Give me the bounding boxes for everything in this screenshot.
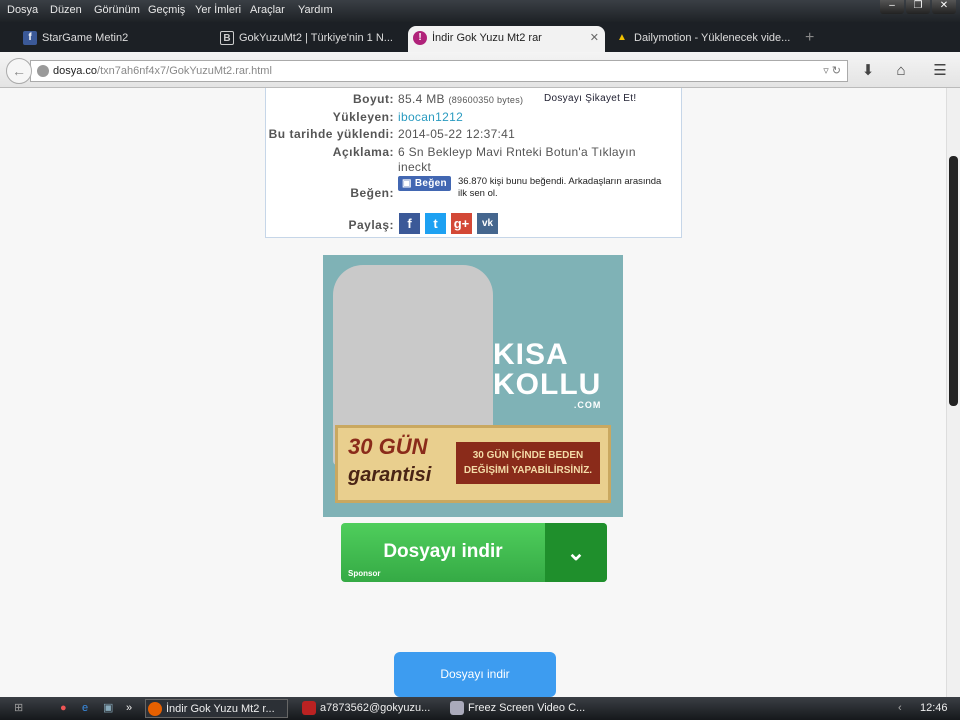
like-button-label: Beğen — [414, 178, 447, 189]
desc-line2: ineckt — [398, 160, 432, 174]
facebook-icon: ▣ — [402, 178, 415, 189]
menu-gorunum[interactable]: Görünüm — [94, 4, 140, 16]
desktop-icon[interactable]: ▣ — [103, 699, 113, 718]
taskbar-item-firefox[interactable]: İndir Gok Yuzu Mt2 r... — [145, 699, 288, 718]
size-bytes: (89600350 bytes) — [448, 95, 524, 105]
tray-expand-icon[interactable]: ‹ — [898, 699, 902, 718]
uploader-label: Yükleyen: — [332, 110, 394, 124]
tab-title: Dailymotion - Yüklenecek vide... — [634, 32, 791, 44]
taskbar-item-freez[interactable]: Freez Screen Video C... — [448, 699, 588, 718]
brand-line1: KISA — [493, 338, 569, 371]
reload-icon[interactable]: ▿ ↻ — [823, 61, 841, 81]
like-label: Beğen: — [350, 186, 394, 200]
back-button[interactable]: ← — [6, 58, 32, 84]
share-googleplus-icon[interactable]: g+ — [451, 213, 472, 234]
download-button[interactable]: Dosyayı indir — [394, 652, 556, 697]
double-chevron-down-icon: ⌄ — [545, 523, 607, 582]
tab-stargame[interactable]: f StarGame Metin2 — [18, 26, 208, 52]
scrollbar[interactable] — [946, 88, 960, 697]
window-controls: – ❐ ✕ — [880, 0, 956, 14]
tab-dailymotion[interactable]: ▲ Dailymotion - Yüklenecek vide... — [610, 26, 800, 52]
b-icon: B — [220, 31, 234, 45]
tab-bar: f StarGame Metin2 B GokYuzuMt2 | Türkiye'n… — [0, 22, 960, 52]
guarantee-text: 30 GÜN İÇİNDE BEDEN DEĞİŞİMİ YAPABİLİRSİN… — [456, 442, 600, 484]
firefox-icon — [148, 702, 162, 716]
close-window-button[interactable]: ✕ — [932, 0, 956, 14]
dailymotion-icon: ▲ — [617, 32, 627, 43]
uploader-link[interactable]: ibocan1212 — [398, 110, 463, 124]
guarantee-subtitle: garantisi — [348, 464, 432, 486]
taskbar-item-filezilla[interactable]: a7873562@gokyuzu... — [300, 699, 440, 718]
taskbar-item-label: İndir Gok Yuzu Mt2 r... — [166, 703, 275, 715]
sponsor-download-label: Dosyayı indir — [383, 541, 503, 562]
facebook-icon: f — [23, 31, 37, 45]
guarantee-banner: 30 GÜN garantisi 30 GÜN İÇİNDE BEDEN DEĞİ… — [335, 425, 611, 503]
menu-gecmis[interactable]: Geçmiş — [148, 4, 185, 16]
file-info-box: Boyut: 85.4 MB (89600350 bytes) Dosyayı … — [265, 88, 682, 238]
globe-icon — [37, 65, 49, 77]
scrollbar-thumb[interactable] — [949, 156, 958, 406]
share-label: Paylaş: — [348, 218, 394, 232]
size: 85.4 MB — [398, 92, 445, 106]
filezilla-icon — [302, 701, 316, 715]
desc-line1: 6 Sn Bekleyp Mavi Rnteki Botun'a Tıklayı… — [398, 145, 636, 159]
minimize-button[interactable]: – — [880, 0, 904, 14]
url-path: /txn7ah6nf4x7/GokYuzuMt2.rar.html — [97, 65, 272, 77]
tab-dosya-active[interactable]: ! İndir Gok Yuzu Mt2 rar ✕ — [408, 26, 605, 52]
new-tab-button[interactable]: + — [805, 26, 831, 52]
taskbar-item-label: a7873562@gokyuzu... — [320, 702, 431, 714]
like-count-text: 36.870 kişi bunu beğendi. Arkadaşların a… — [458, 176, 662, 187]
tab-title: StarGame Metin2 — [42, 32, 129, 44]
home-icon[interactable]: ⌂ — [890, 60, 912, 82]
clock: 12:46 — [920, 702, 948, 714]
date-value: 2014-05-22 12:37:41 — [398, 127, 516, 141]
restore-button[interactable]: ❐ — [906, 0, 930, 14]
menu-araclar[interactable]: Araçlar — [250, 4, 285, 16]
ad-brand: KISA KOLLU .COM — [493, 338, 602, 411]
url-bar[interactable]: dosya.co/txn7ah6nf4x7/GokYuzuMt2.rar.htm… — [30, 60, 848, 82]
guarantee-title: 30 GÜN — [348, 434, 428, 459]
brand-line2: KOLLU — [493, 368, 602, 401]
menu-yardim[interactable]: Yardım — [298, 4, 333, 16]
menu-yer-imleri[interactable]: Yer İmleri — [195, 4, 241, 16]
start-button[interactable]: ⊞ — [14, 699, 23, 718]
sponsor-label: Sponsor — [348, 569, 381, 578]
menu-icon[interactable]: ☰ — [929, 60, 951, 82]
ad-banner[interactable]: KISA KOLLU .COM 30 GÜN garantisi 30 GÜN İÇ… — [323, 255, 623, 517]
dosya-icon: ! — [413, 31, 427, 45]
url-host: dosya.co — [53, 65, 98, 77]
ie-icon[interactable]: e — [82, 699, 88, 718]
video-capture-icon — [450, 701, 464, 715]
overflow-icon[interactable]: » — [126, 699, 132, 718]
menu-duzen[interactable]: Düzen — [50, 4, 82, 16]
taskbar: ⊞ ● e ▣ » İndir Gok Yuzu Mt2 r... a78735… — [0, 697, 960, 720]
fb-like-button[interactable]: ▣ Beğen — [398, 176, 451, 191]
menu-dosya[interactable]: Dosya — [7, 4, 38, 16]
like-cta-text: ilk sen ol. — [458, 188, 498, 199]
menu-bar: Dosya Düzen Görünüm Geçmiş Yer İmleri Ar… — [0, 0, 960, 22]
chrome-icon[interactable]: ● — [60, 699, 67, 718]
tab-gokyuzumt2[interactable]: B GokYuzuMt2 | Türkiye'nin 1 N... — [215, 26, 405, 52]
date-label: Bu tarihde yüklendi: — [268, 127, 394, 141]
tab-title: GokYuzuMt2 | Türkiye'nin 1 N... — [239, 32, 393, 44]
tab-title: İndir Gok Yuzu Mt2 rar — [432, 32, 542, 44]
report-link[interactable]: Dosyayı Şikayet Et! — [544, 93, 636, 104]
taskbar-item-label: Freez Screen Video C... — [468, 702, 586, 714]
share-vk-icon[interactable]: vk — [477, 213, 498, 234]
share-facebook-icon[interactable]: f — [399, 213, 420, 234]
brand-com: .COM — [573, 400, 602, 410]
desc-label: Açıklama: — [332, 145, 394, 159]
navigation-bar: dosya.co/txn7ah6nf4x7/GokYuzuMt2.rar.htm… — [0, 52, 960, 88]
size-label: Boyut: — [353, 92, 394, 106]
sponsor-download-button[interactable]: Dosyayı indir Sponsor ⌄ — [341, 523, 607, 582]
guarantee-text-2: DEĞİŞİMİ YAPABİLİRSİNİZ. — [463, 465, 593, 476]
download-icon[interactable]: ⬇ — [857, 60, 879, 82]
close-tab-icon[interactable]: ✕ — [590, 26, 599, 50]
size-value: 85.4 MB (89600350 bytes) — [398, 92, 523, 106]
share-twitter-icon[interactable]: t — [425, 213, 446, 234]
guarantee-text-1: 30 GÜN İÇİNDE BEDEN — [472, 450, 584, 461]
page-content: Boyut: 85.4 MB (89600350 bytes) Dosyayı … — [0, 88, 946, 697]
